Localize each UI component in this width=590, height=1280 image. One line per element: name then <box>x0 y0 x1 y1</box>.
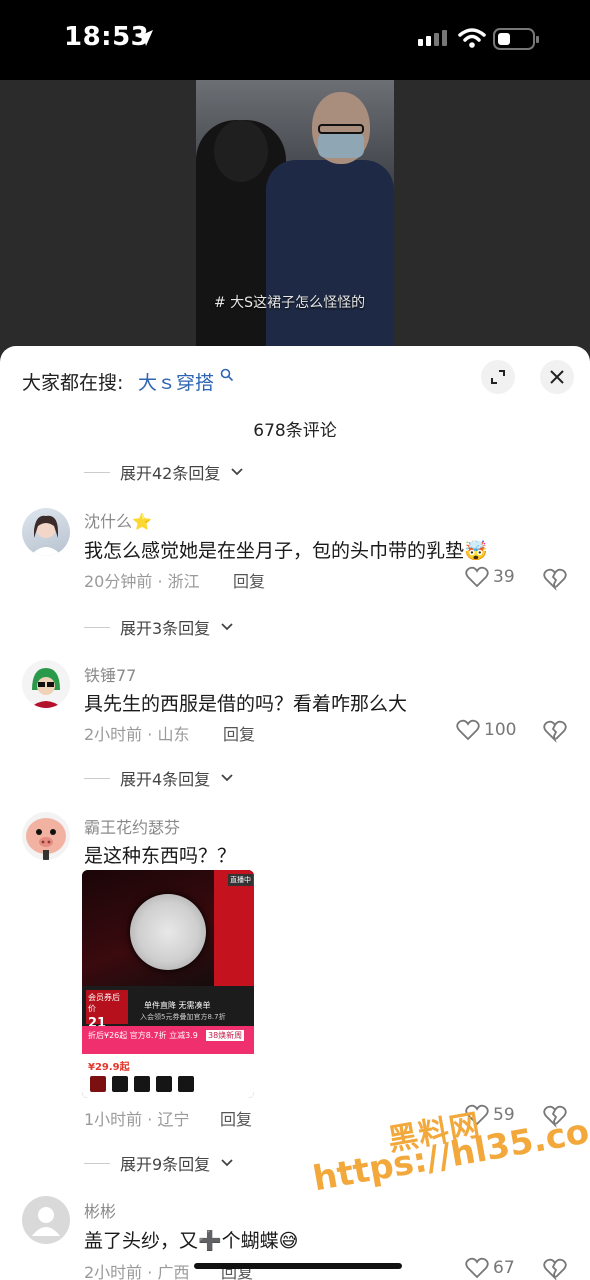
product-slogan-sub: 入会领5元券叠加官方8.7折 <box>140 1013 226 1021</box>
face-mask <box>318 132 364 158</box>
member-price-box: 会员券后价 21 <box>86 990 128 1031</box>
like-button[interactable]: 100 <box>456 719 516 741</box>
expand-replies-label: 展开42条回复 <box>120 464 221 483</box>
reply-button[interactable]: 回复 <box>220 1106 252 1130</box>
like-button[interactable]: 39 <box>465 566 515 588</box>
broken-heart-icon[interactable] <box>543 567 567 591</box>
comment-meta: 2小时前 · 广西 <box>84 1263 190 1280</box>
search-icon[interactable] <box>220 368 234 382</box>
search-suggestion-prefix: 大家都在搜: <box>22 372 124 394</box>
comment-text: 我怎么感觉她是在坐月子，包的头巾带的乳垫🤯 <box>84 540 488 562</box>
comment-count: 678条评论 <box>253 421 337 441</box>
heart-icon <box>465 566 489 588</box>
video-figure-left-head <box>214 120 268 182</box>
close-icon <box>550 370 564 384</box>
divider <box>84 777 110 779</box>
broken-heart-icon[interactable] <box>543 1257 567 1280</box>
expand-replies-label: 展开4条回复 <box>120 770 211 789</box>
like-count: 39 <box>493 567 515 587</box>
glasses <box>318 124 364 134</box>
divider <box>84 471 110 473</box>
expand-sheet-button[interactable] <box>481 360 515 394</box>
reply-button[interactable]: 回复 <box>223 721 255 745</box>
chevron-down-icon <box>231 468 244 476</box>
broken-heart-icon[interactable] <box>543 719 567 743</box>
reply-button[interactable]: 回复 <box>233 568 265 592</box>
comment-text: 盖了头纱，又➕个蝴蝶😅 <box>84 1230 299 1252</box>
video-player[interactable]: # 大S这裙子怎么怪怪的 <box>0 80 590 370</box>
chevron-down-icon <box>221 1159 233 1167</box>
comment-meta: 2小时前 · 山东 <box>84 725 190 744</box>
avatar-image <box>30 668 62 708</box>
like-count: 100 <box>484 720 517 740</box>
cellular-signal-icon <box>418 30 447 46</box>
variant-thumbnails <box>90 1076 194 1092</box>
like-button[interactable]: 67 <box>465 1257 515 1279</box>
chevron-down-icon <box>221 774 233 782</box>
comment-meta: 1小时前 · 辽宁 <box>84 1110 190 1129</box>
battery-icon <box>493 28 539 50</box>
like-count: 59 <box>493 1105 515 1125</box>
comment-text: 具先生的西服是借的吗？看着咋那么大 <box>84 693 408 715</box>
comment-username[interactable]: 沈什么⭐ <box>84 508 152 532</box>
comment-username[interactable]: 铁锤77 <box>84 662 136 686</box>
member-price-label: 会员券后价 <box>88 993 120 1013</box>
expand-replies-button[interactable]: 展开42条回复 <box>84 460 244 484</box>
video-frame[interactable]: # 大S这裙子怎么怪怪的 <box>196 80 394 370</box>
expand-replies-button[interactable]: 展开9条回复 <box>84 1151 234 1175</box>
default-avatar-icon <box>32 1207 60 1236</box>
promo-text: 折后¥26起 官方8.7折 立减3.9 <box>88 1031 198 1040</box>
avatar[interactable] <box>22 660 70 708</box>
chevron-down-icon <box>221 623 233 631</box>
home-indicator[interactable] <box>194 1263 402 1269</box>
divider <box>84 626 110 628</box>
comment-username[interactable]: 霸王花约瑟芬 <box>84 814 180 838</box>
live-badge: 直播中 <box>228 874 253 886</box>
product-price: ¥29.9起 <box>88 1062 130 1073</box>
close-sheet-button[interactable] <box>540 360 574 394</box>
avatar[interactable] <box>22 812 70 860</box>
video-caption[interactable]: # 大S这裙子怎么怪怪的 <box>214 292 365 312</box>
avatar-image <box>30 515 62 556</box>
expand-icon <box>491 370 505 384</box>
expand-replies-label: 展开3条回复 <box>120 619 211 638</box>
search-suggestion-term[interactable]: 大ｓ穿搭 <box>138 368 214 395</box>
product-puff <box>130 894 206 970</box>
comment-text: 是这种东西吗？？ <box>84 845 237 867</box>
avatar[interactable] <box>22 1196 70 1244</box>
comment-meta: 20分钟前 · 浙江 <box>84 572 200 591</box>
expand-replies-button[interactable]: 展开4条回复 <box>84 766 234 790</box>
comment-username[interactable]: 彬彬 <box>84 1198 116 1222</box>
avatar-image <box>26 818 66 860</box>
expand-replies-button[interactable]: 展开3条回复 <box>84 615 234 639</box>
wifi-icon <box>458 28 486 48</box>
video-figure-right <box>266 160 394 370</box>
like-count: 67 <box>493 1258 515 1278</box>
product-slogan: 单件直降 无需凑单 <box>144 1001 211 1010</box>
comment-image[interactable]: 直播中 会员券后价 21 单件直降 无需凑单 入会领5元券叠加官方8.7折 折后… <box>82 870 254 1098</box>
location-arrow-icon <box>137 30 153 46</box>
divider <box>84 1162 110 1164</box>
status-bar: 18:53 <box>0 0 590 80</box>
promo-tag: 38焕新周 <box>206 1030 245 1041</box>
heart-icon <box>456 719 480 741</box>
expand-replies-label: 展开9条回复 <box>120 1155 211 1174</box>
heart-icon <box>465 1257 489 1279</box>
product-red-panel <box>214 870 254 986</box>
avatar[interactable] <box>22 508 70 556</box>
